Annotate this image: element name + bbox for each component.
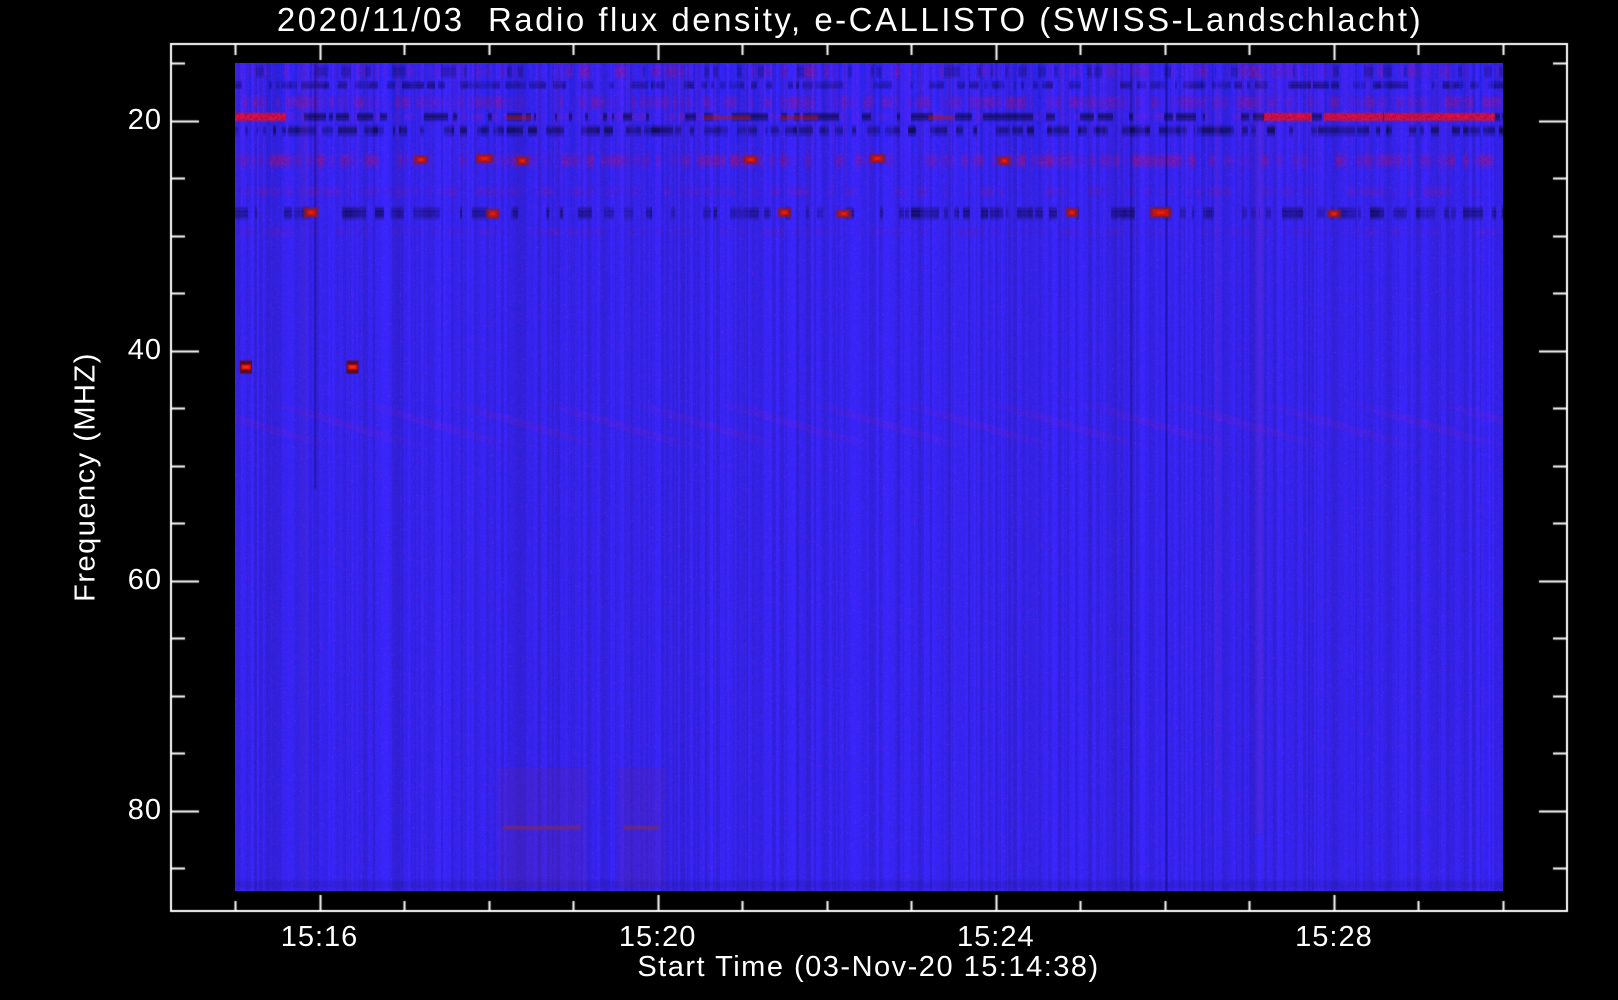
- x-tick-label: 15:28: [1295, 921, 1373, 953]
- spectrogram-page: 2020/11/03 Radio flux density, e-CALLIST…: [0, 0, 1618, 1000]
- x-axis-title: Start Time (03-Nov-20 15:14:38): [637, 951, 1100, 983]
- axes-frame: [0, 0, 1618, 1000]
- x-tick-label: 15:24: [957, 921, 1035, 953]
- y-tick-label: 80: [127, 793, 162, 826]
- y-tick-label: 20: [127, 103, 162, 136]
- y-tick-label: 60: [127, 563, 162, 596]
- y-tick-label: 40: [127, 333, 162, 366]
- x-tick-label: 15:20: [618, 921, 697, 953]
- x-tick-label: 15:16: [280, 921, 359, 953]
